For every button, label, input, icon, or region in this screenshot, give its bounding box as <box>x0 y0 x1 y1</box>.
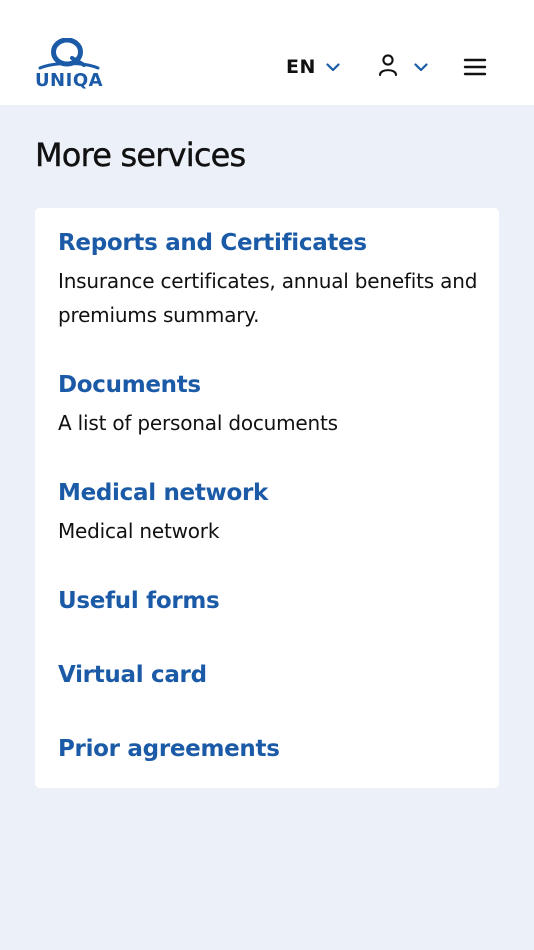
services-card: Reports and Certificates Insurance certi… <box>35 208 499 788</box>
service-description: Medical network <box>58 519 220 543</box>
logo-emblem-icon <box>38 38 100 70</box>
service-prior-agreements[interactable]: Prior agreements <box>58 734 478 764</box>
language-selector[interactable]: EN <box>286 55 340 79</box>
service-medical-network[interactable]: Medical network Medical network <box>58 478 478 548</box>
service-reports-and-certificates[interactable]: Reports and Certificates Insurance certi… <box>58 228 478 332</box>
service-title[interactable]: Documents <box>58 370 478 400</box>
service-title[interactable]: Prior agreements <box>58 734 478 764</box>
service-documents[interactable]: Documents A list of personal documents <box>58 370 478 440</box>
user-account-menu[interactable] <box>378 53 428 82</box>
top-header: UNIQA EN <box>0 0 534 105</box>
service-description: A list of personal documents <box>58 411 338 435</box>
chevron-down-icon <box>326 62 340 72</box>
hamburger-menu-icon[interactable] <box>463 56 487 78</box>
language-label: EN <box>286 56 316 78</box>
service-virtual-card[interactable]: Virtual card <box>58 660 478 690</box>
service-useful-forms[interactable]: Useful forms <box>58 586 478 616</box>
user-icon <box>378 53 398 82</box>
service-title[interactable]: Virtual card <box>58 660 478 690</box>
service-description: Insurance certificates, annual benefits … <box>58 269 478 327</box>
service-title[interactable]: Useful forms <box>58 586 478 616</box>
page-title: More services <box>35 136 247 174</box>
uniqa-logo[interactable]: UNIQA <box>34 38 104 96</box>
chevron-down-icon <box>414 62 428 72</box>
service-title[interactable]: Medical network <box>58 478 478 508</box>
logo-text: UNIQA <box>34 70 104 91</box>
service-title[interactable]: Reports and Certificates <box>58 228 478 258</box>
